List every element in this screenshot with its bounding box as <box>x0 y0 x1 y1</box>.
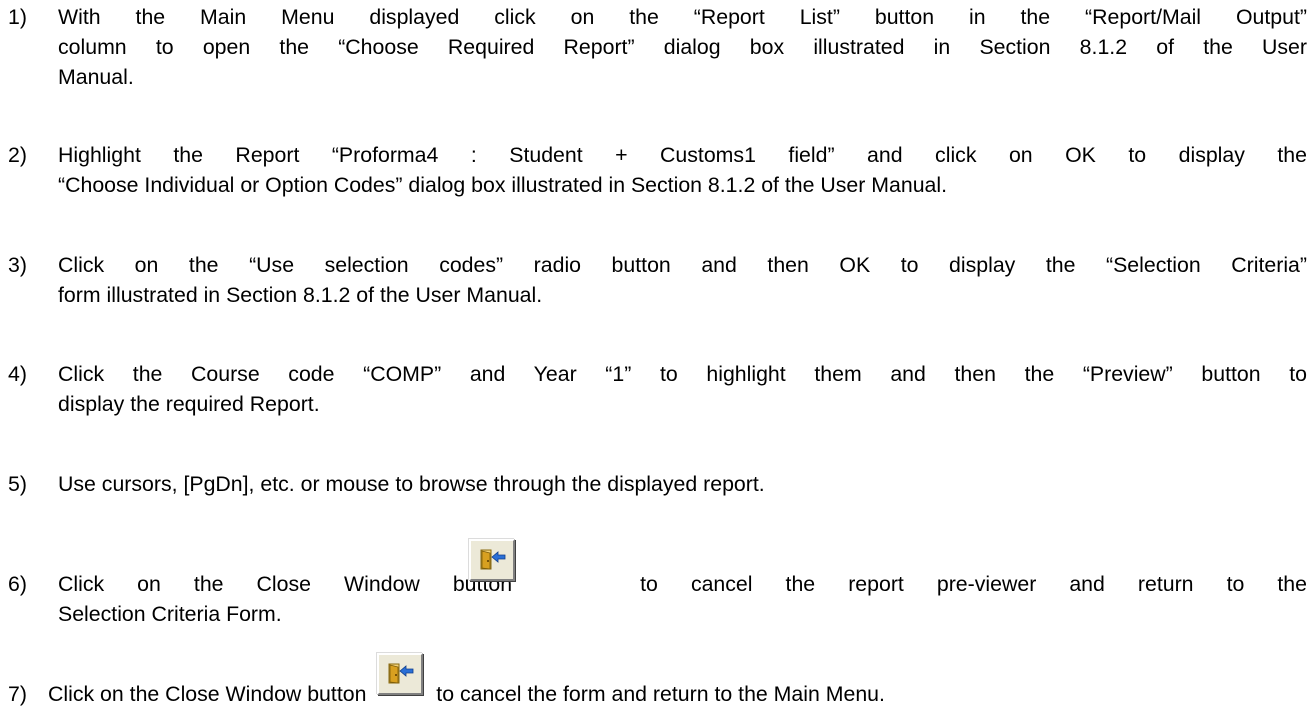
step-number: 7) <box>8 682 27 706</box>
step-line: Selection Criteria Form. <box>58 602 282 626</box>
close-window-button[interactable] <box>469 539 515 581</box>
step-line: Click the Course code “COMP” and Year “1… <box>58 362 1307 386</box>
step-number: 3) <box>8 253 27 277</box>
step-text: Click on the Close Window button to canc… <box>48 653 1297 709</box>
step-line: With the Main Menu displayed click on th… <box>58 5 1307 29</box>
step-line: display the required Report. <box>58 392 320 416</box>
step-text: Use cursors, [PgDn], etc. or mouse to br… <box>58 469 1307 499</box>
close-window-icon <box>480 549 506 570</box>
step-text: Click the Course code “COMP” and Year “1… <box>58 359 1307 419</box>
step-text-after-icon: to cancel the form and return to the Mai… <box>436 682 885 706</box>
close-window-icon <box>388 663 414 684</box>
step-line: Manual. <box>58 65 134 89</box>
step-number: 6) <box>8 572 27 596</box>
step-line: “Choose Individual or Option Codes” dial… <box>58 173 948 197</box>
step-text-before-icon: Click on the Close Window button <box>48 682 367 706</box>
close-window-button[interactable] <box>377 653 424 695</box>
step-line: Click on the “Use selection codes” radio… <box>58 253 1307 277</box>
step-text: Highlight the Report “Proforma4 : Studen… <box>58 140 1307 200</box>
step-line: Highlight the Report “Proforma4 : Studen… <box>58 143 1307 167</box>
step-number: 2) <box>8 143 27 167</box>
step-line: Use cursors, [PgDn], etc. or mouse to br… <box>58 472 765 496</box>
step-text-after-icon: to cancel the report pre-viewer and retu… <box>640 572 1307 596</box>
step-text-before-icon: Click on the Close Window button <box>58 572 513 596</box>
step-text: Click on the Close Window button to canc… <box>58 539 1307 629</box>
step-number: 5) <box>8 472 27 496</box>
step-line: Click on the Close Window button to canc… <box>58 539 1307 599</box>
step-line: form illustrated in Section 8.1.2 of the… <box>58 283 543 307</box>
step-number: 1) <box>8 5 27 29</box>
step-line: column to open the “Choose Required Repo… <box>58 35 1307 59</box>
step-text: With the Main Menu displayed click on th… <box>58 2 1307 92</box>
step-number: 4) <box>8 362 27 386</box>
step-text: Click on the “Use selection codes” radio… <box>58 250 1307 310</box>
